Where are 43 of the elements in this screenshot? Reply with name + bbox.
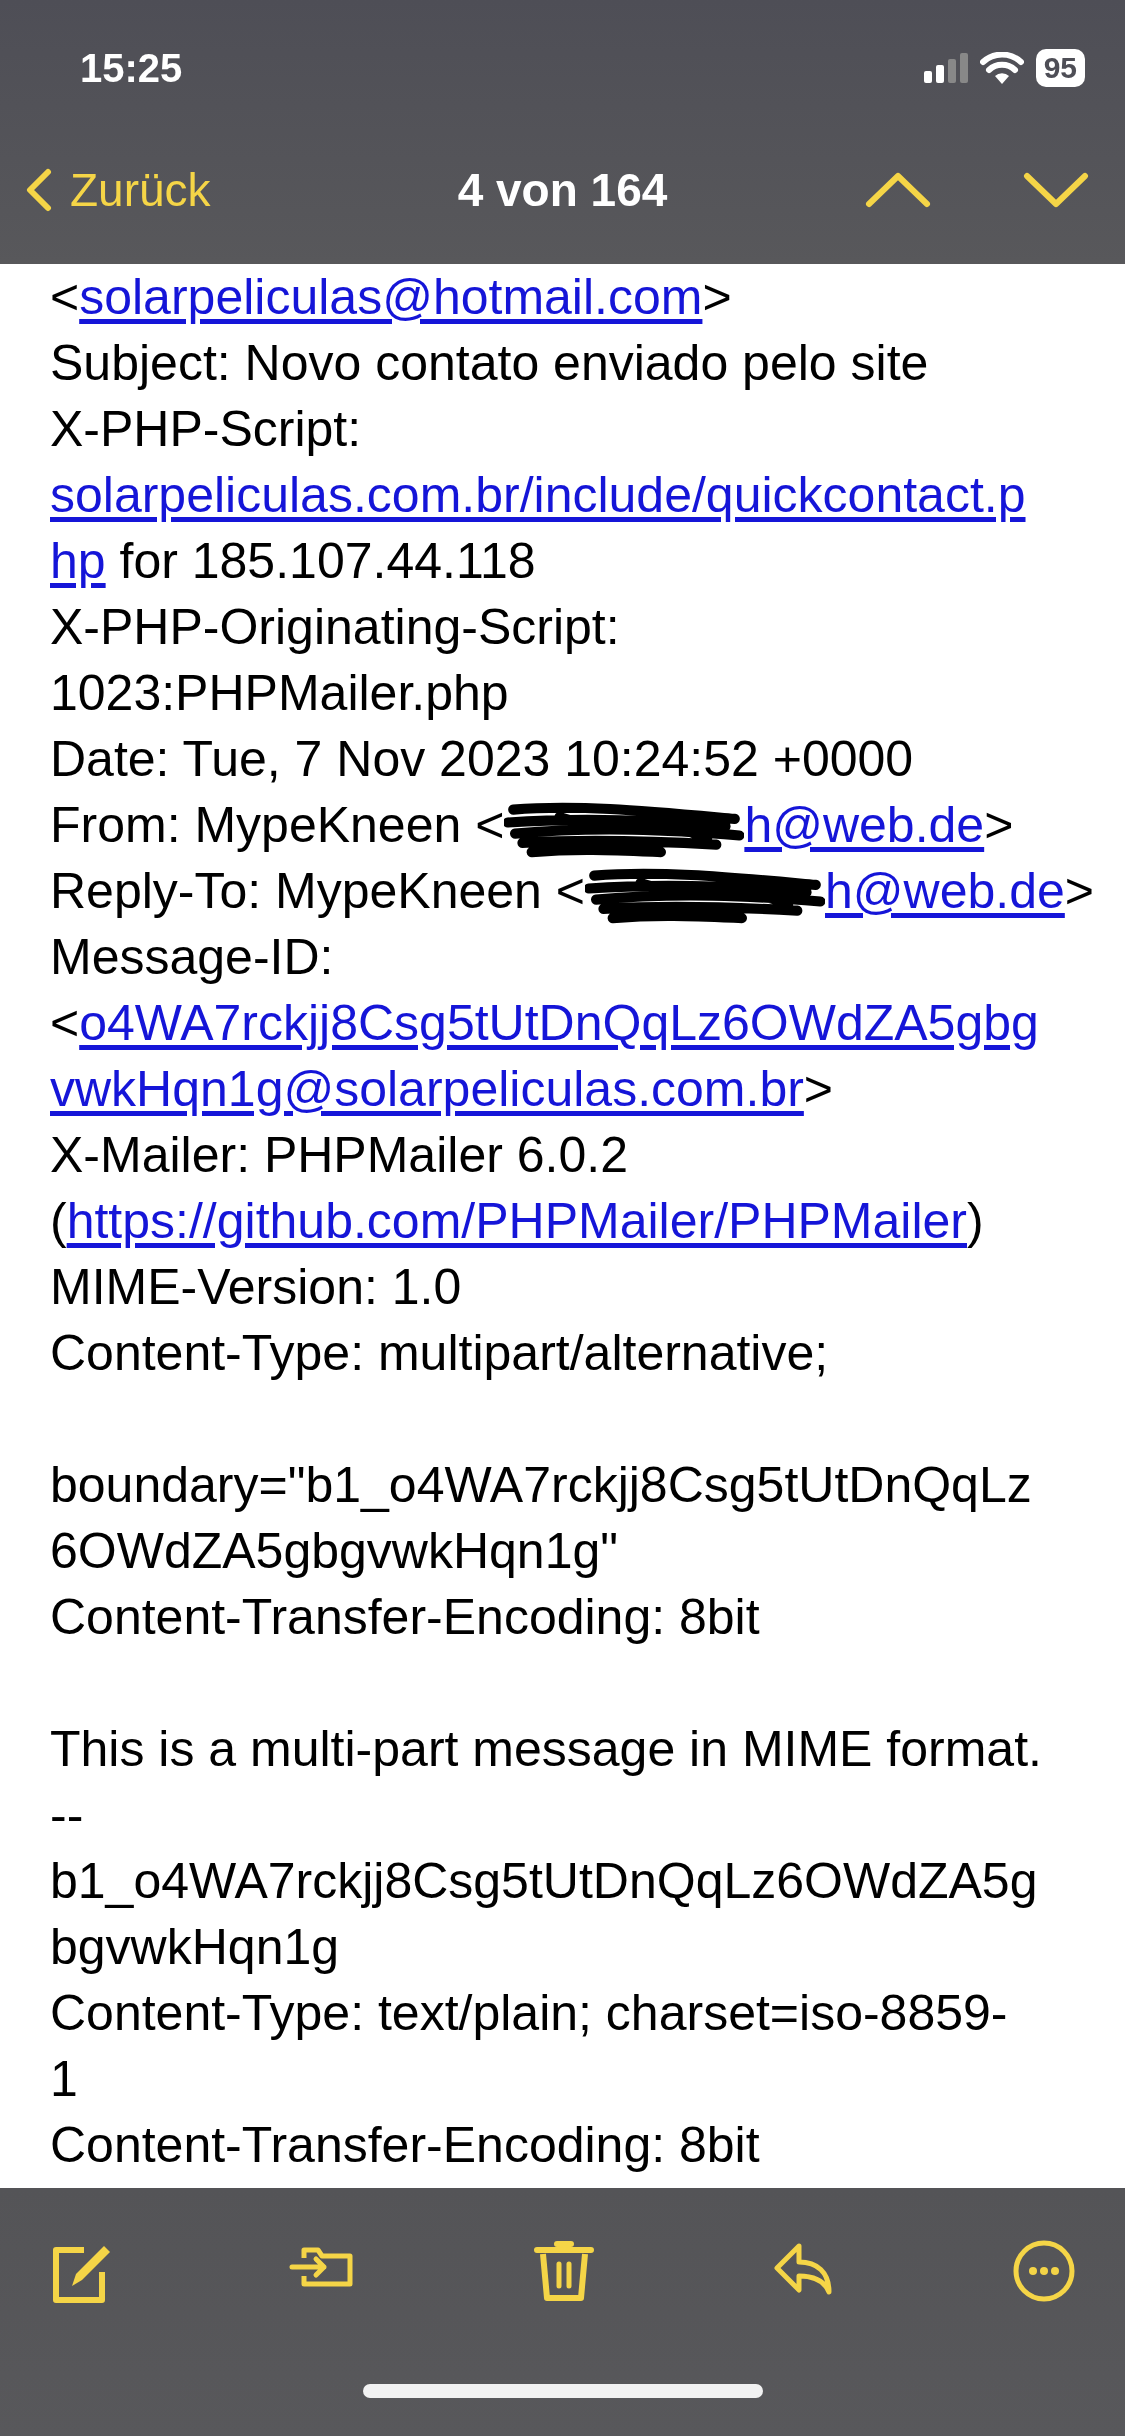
back-button[interactable]: Zurück <box>26 163 211 217</box>
link[interactable]: h@web.de <box>825 863 1065 919</box>
header-line: X-Mailer: PHPMailer 6.0.2 <box>50 1126 629 1185</box>
link[interactable]: hp <box>50 533 106 589</box>
link[interactable]: vwkHqn1g@solarpeliculas.com.br <box>50 1061 804 1117</box>
battery-level: 95 <box>1035 49 1085 87</box>
wifi-icon <box>979 52 1024 84</box>
header-line: 1 <box>50 2050 79 2109</box>
header-line: (https://github.com/PHPMailer/PHPMailer) <box>50 1192 985 1251</box>
header-line: Date: Tue, 7 Nov 2023 10:24:52 +0000 <box>50 730 915 789</box>
chevron-left-icon <box>26 168 52 212</box>
link[interactable]: solarpeliculas.com.br/include/quickcontact.p <box>50 467 1026 523</box>
header-line: MIME-Version: 1.0 <box>50 1258 463 1317</box>
link[interactable]: https://github.com/PHPMailer/PHPMailer <box>66 1193 967 1249</box>
header-line: b1_o4WA7rckjj8Csg5tUtDnQqLz6OWdZA5g <box>50 1852 1039 1911</box>
header-line: Content-Type: text/plain; charset=iso-8859- <box>50 1984 1009 2043</box>
message-counter: 4 von 164 <box>457 163 668 217</box>
link[interactable]: solarpeliculas@hotmail.com <box>79 269 703 325</box>
header-line: <solarpeliculas@hotmail.com> <box>50 268 733 327</box>
header-line: 1023:PHPMailer.php <box>50 664 510 723</box>
link[interactable]: o4WA7rckjj8Csg5tUtDnQqLz6OWdZA5gbg <box>79 995 1039 1051</box>
header-line: bgvwkHqn1g <box>50 1918 341 1977</box>
header-line: 6OWdZA5gbgvwkHqn1g" <box>50 1522 620 1581</box>
signal-icon <box>923 53 968 83</box>
header-line: Message-ID: <box>50 928 335 987</box>
header-line: Content-Transfer-Encoding: 8bit <box>50 1588 761 1647</box>
header-line: -- <box>50 1786 85 1845</box>
header-line: vwkHqn1g@solarpeliculas.com.br> <box>50 1060 835 1119</box>
link[interactable]: h@web.de <box>744 797 985 853</box>
header-line: boundary="b1_o4WA7rckjj8Csg5tUtDnQqLz <box>50 1456 1033 1515</box>
previous-message-button[interactable] <box>865 172 931 208</box>
header-line: This is a multi-part message in MIME format. <box>50 1720 1043 1779</box>
next-message-button[interactable] <box>1023 172 1089 208</box>
header-line: <o4WA7rckjj8Csg5tUtDnQqLz6OWdZA5gbg <box>50 994 1040 1053</box>
header-line: Content-Transfer-Encoding: 8bit <box>50 2116 761 2175</box>
header-line: hp for 185.107.44.118 <box>50 532 537 591</box>
header-line: Reply-To: MypeKneen < h@web.de> <box>50 858 1125 924</box>
header-line: X-PHP-Originating-Script: <box>50 598 621 657</box>
header-line: Subject: Novo contato enviado pelo site <box>50 334 930 393</box>
status-time: 15:25 <box>80 45 183 91</box>
header-line: X-PHP-Script: <box>50 400 363 459</box>
header-line: From: MypeKneen < h@web.de> <box>50 792 1125 858</box>
header-line: Content-Type: multipart/alternative; <box>50 1324 830 1383</box>
